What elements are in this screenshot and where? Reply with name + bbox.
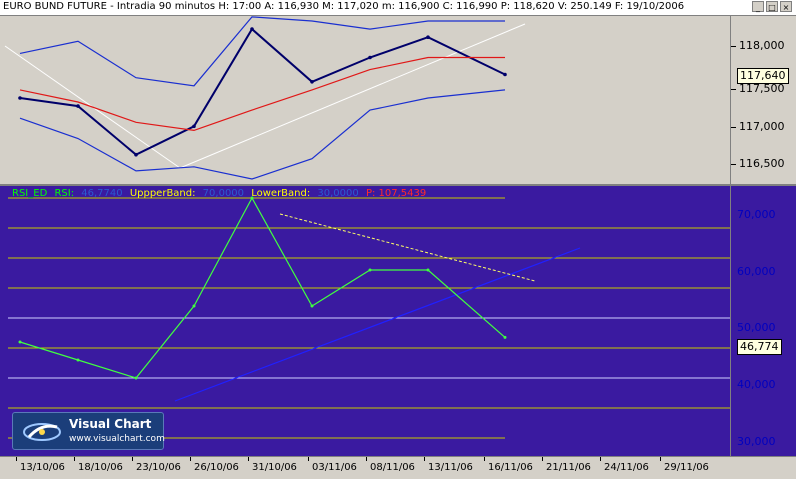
- date-tick-mark: [424, 457, 425, 461]
- date-axis[interactable]: 13/10/06 18/10/06 23/10/06 26/10/06 31/10/06…: [0, 456, 796, 479]
- price-tick-label: 116,500: [739, 157, 785, 170]
- current-rsi-badge: 46,774: [737, 339, 782, 355]
- series-close: [20, 29, 505, 155]
- date-tick-label: 08/11/06: [370, 462, 415, 473]
- date-tick-mark: [74, 457, 75, 461]
- price-tick-label: 118,000: [739, 39, 785, 52]
- date-tick-mark: [308, 457, 309, 461]
- rsi-point: [77, 359, 80, 362]
- rsi-point: [311, 305, 314, 308]
- date-tick-label: 03/11/06: [312, 462, 357, 473]
- price-tick-mark: [731, 127, 736, 128]
- price-scale[interactable]: 118,000 117,500 117,000 116,500 117,640: [730, 16, 796, 184]
- price-tick-mark: [731, 164, 736, 165]
- date-tick-label: 13/11/06: [428, 462, 473, 473]
- price-tick-mark: [731, 46, 736, 47]
- price-point-close: [76, 104, 80, 108]
- date-tick-label: 24/11/06: [604, 462, 649, 473]
- rsi-legend-upper-label: UppperBand:: [130, 188, 196, 199]
- date-tick-mark: [132, 457, 133, 461]
- rsi-tick-label: 60,000: [737, 265, 776, 278]
- price-chart-svg: [0, 16, 730, 184]
- current-price-badge: 117,640: [737, 68, 789, 84]
- price-tick-label: 117,000: [739, 120, 785, 133]
- date-tick-label: 18/10/06: [78, 462, 123, 473]
- date-tick-label: 26/10/06: [194, 462, 239, 473]
- price-tick-mark: [731, 89, 736, 90]
- rsi-legend-lower-label: LowerBand:: [251, 188, 310, 199]
- date-tick-label: 31/10/06: [252, 462, 297, 473]
- date-tick-mark: [248, 457, 249, 461]
- visual-chart-logo: Visual Chart www.visualchart.com: [12, 412, 164, 450]
- date-tick-mark: [660, 457, 661, 461]
- rsi-tick-label: 40,000: [737, 378, 776, 391]
- date-tick-label: 21/11/06: [546, 462, 591, 473]
- rsi-point: [369, 269, 372, 272]
- date-tick-label: 13/10/06: [20, 462, 65, 473]
- price-trendline-up: [180, 24, 525, 168]
- date-tick-mark: [484, 457, 485, 461]
- rsi-scale[interactable]: 70,000 60,000 50,000 40,000 30,000 46,77…: [730, 186, 796, 456]
- rsi-point: [135, 377, 138, 380]
- rsi-point: [193, 305, 196, 308]
- date-tick-label: 16/11/06: [488, 462, 533, 473]
- rsi-legend-rsi-label: RSI:: [54, 188, 74, 199]
- rsi-point: [427, 269, 430, 272]
- price-point-close: [134, 153, 138, 157]
- price-point-close: [368, 56, 372, 60]
- rsi-legend-lower-value: 30,0000: [317, 188, 358, 199]
- rsi-legend-p-label: P: 107,5439: [366, 188, 426, 199]
- chart-window: EURO BUND FUTURE - Intradia 90 minutos H…: [0, 0, 796, 478]
- price-point-close: [192, 125, 196, 129]
- date-tick-mark: [600, 457, 601, 461]
- date-tick-mark: [366, 457, 367, 461]
- price-point-close: [426, 35, 430, 39]
- date-tick-mark: [190, 457, 191, 461]
- logo-url: www.visualchart.com: [69, 434, 165, 444]
- rsi-tick-label: 30,000: [737, 435, 776, 448]
- date-tick-mark: [16, 457, 17, 461]
- rsi-legend-name: RSI_ED: [12, 188, 47, 199]
- price-point-close: [503, 73, 507, 77]
- minimize-button[interactable]: _: [752, 1, 764, 12]
- visual-chart-logo-icon: [21, 417, 63, 445]
- rsi-point: [19, 341, 22, 344]
- maximize-button[interactable]: □: [766, 1, 778, 12]
- rsi-legend-upper-value: 70,0000: [203, 188, 244, 199]
- logo-title: Visual Chart: [69, 417, 151, 431]
- price-chart[interactable]: [0, 16, 730, 184]
- price-point-close: [250, 27, 254, 31]
- title-bar: EURO BUND FUTURE - Intradia 90 minutos H…: [0, 0, 796, 16]
- rsi-tick-label: 50,000: [737, 321, 776, 334]
- series-lower-band: [20, 90, 505, 179]
- close-button[interactable]: ×: [780, 1, 792, 12]
- rsi-trendline-down: [280, 214, 535, 281]
- rsi-legend-rsi-value: 46,7740: [81, 188, 122, 199]
- price-point-close: [18, 96, 22, 100]
- rsi-point: [504, 336, 507, 339]
- date-tick-label: 29/11/06: [664, 462, 709, 473]
- date-tick-label: 23/10/06: [136, 462, 181, 473]
- series-upper-band: [20, 17, 505, 86]
- rsi-legend: RSI_ED RSI: 46,7740 UppperBand: 70,0000 …: [12, 188, 430, 199]
- date-tick-mark: [542, 457, 543, 461]
- price-point-close: [310, 80, 314, 84]
- window-title: EURO BUND FUTURE - Intradia 90 minutos H…: [3, 1, 684, 12]
- rsi-tick-label: 70,000: [737, 208, 776, 221]
